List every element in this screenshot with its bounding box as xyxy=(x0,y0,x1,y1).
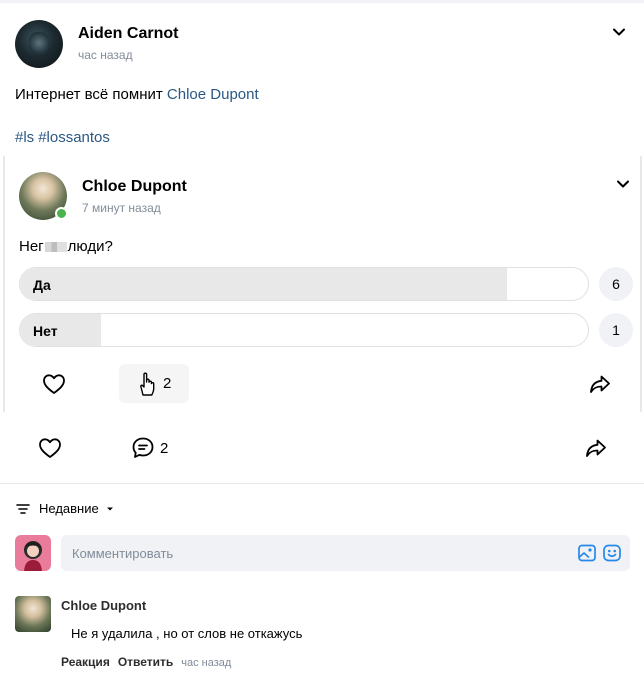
repost-border xyxy=(640,156,642,412)
poll-option[interactable]: Нет xyxy=(19,313,589,347)
top-border xyxy=(0,0,644,3)
share-icon xyxy=(590,375,610,393)
poll-vote-count: 1 xyxy=(599,313,633,347)
comment-input-box[interactable] xyxy=(61,535,630,571)
section-divider xyxy=(0,483,644,484)
mention-link[interactable]: Chloe Dupont xyxy=(167,86,259,103)
post-text: Интернет всё помнит Chloe Dupont xyxy=(15,86,259,103)
poll-option-label: Да xyxy=(33,277,51,293)
author-avatar[interactable] xyxy=(15,20,63,68)
post-author-name[interactable]: Aiden Carnot xyxy=(78,25,178,43)
repost-menu-chevron-down-icon[interactable] xyxy=(615,176,631,192)
repost-border xyxy=(3,156,5,412)
online-status-dot xyxy=(55,207,68,220)
comment-author-name[interactable]: Chloe Dupont xyxy=(61,598,146,613)
repost-author-name[interactable]: Chloe Dupont xyxy=(82,178,187,196)
comment-actions: Реакция Ответить час назад xyxy=(61,655,231,669)
sort-lines-icon xyxy=(16,503,30,514)
poll-option[interactable]: Да xyxy=(19,267,589,301)
poll-option-label: Нет xyxy=(33,323,58,339)
post-comment-count: 2 xyxy=(160,439,169,457)
reaction-button[interactable]: Реакция xyxy=(61,655,110,669)
poll-question-start: Нег xyxy=(19,238,44,255)
attach-image-button[interactable] xyxy=(577,543,597,563)
comment-time[interactable]: час назад xyxy=(181,657,231,669)
post-text-prefix: Интернет всё помнит xyxy=(15,86,167,103)
repost-share-button[interactable] xyxy=(589,374,611,394)
comment-icon xyxy=(132,437,154,458)
comment-input[interactable] xyxy=(61,535,630,571)
post-share-button[interactable] xyxy=(585,438,607,458)
poll-vote-count: 6 xyxy=(599,267,633,301)
caret-down-icon xyxy=(106,507,113,510)
comments-sort-dropdown[interactable]: Недавние xyxy=(15,501,115,516)
hashtag-link[interactable]: #ls xyxy=(15,129,34,146)
share-icon xyxy=(586,439,606,457)
post-time[interactable]: час назад xyxy=(78,48,133,62)
repost-comment-count: 2 xyxy=(163,374,172,392)
poll-question: Нег люди? xyxy=(19,238,113,255)
sort-label: Недавние xyxy=(39,501,99,516)
heart-icon xyxy=(39,438,61,458)
censored-text xyxy=(44,242,67,253)
repost-like-button[interactable] xyxy=(42,373,66,395)
poll-result-fill xyxy=(20,268,507,300)
hashtags: #ls #lossantos xyxy=(15,129,114,146)
poll-question-end: люди? xyxy=(67,238,113,255)
heart-icon xyxy=(43,374,65,394)
reply-button[interactable]: Ответить xyxy=(118,655,173,669)
hashtag-link[interactable]: #lossantos xyxy=(38,129,110,146)
comment-author-avatar[interactable] xyxy=(15,596,51,632)
emoji-button[interactable] xyxy=(602,543,622,563)
current-user-avatar[interactable] xyxy=(15,535,51,571)
image-icon xyxy=(578,544,596,562)
post-like-button[interactable] xyxy=(38,437,62,459)
emoji-icon xyxy=(603,544,621,562)
hand-cursor-icon xyxy=(140,372,155,396)
repost-time[interactable]: 7 минут назад xyxy=(82,201,161,215)
comment-text: Не я удалила , но от слов не откажусь xyxy=(71,626,303,641)
post-comment-button[interactable]: 2 xyxy=(131,436,168,460)
post-menu-chevron-down-icon[interactable] xyxy=(611,24,627,40)
repost-comment-button[interactable]: 2 xyxy=(134,370,171,396)
